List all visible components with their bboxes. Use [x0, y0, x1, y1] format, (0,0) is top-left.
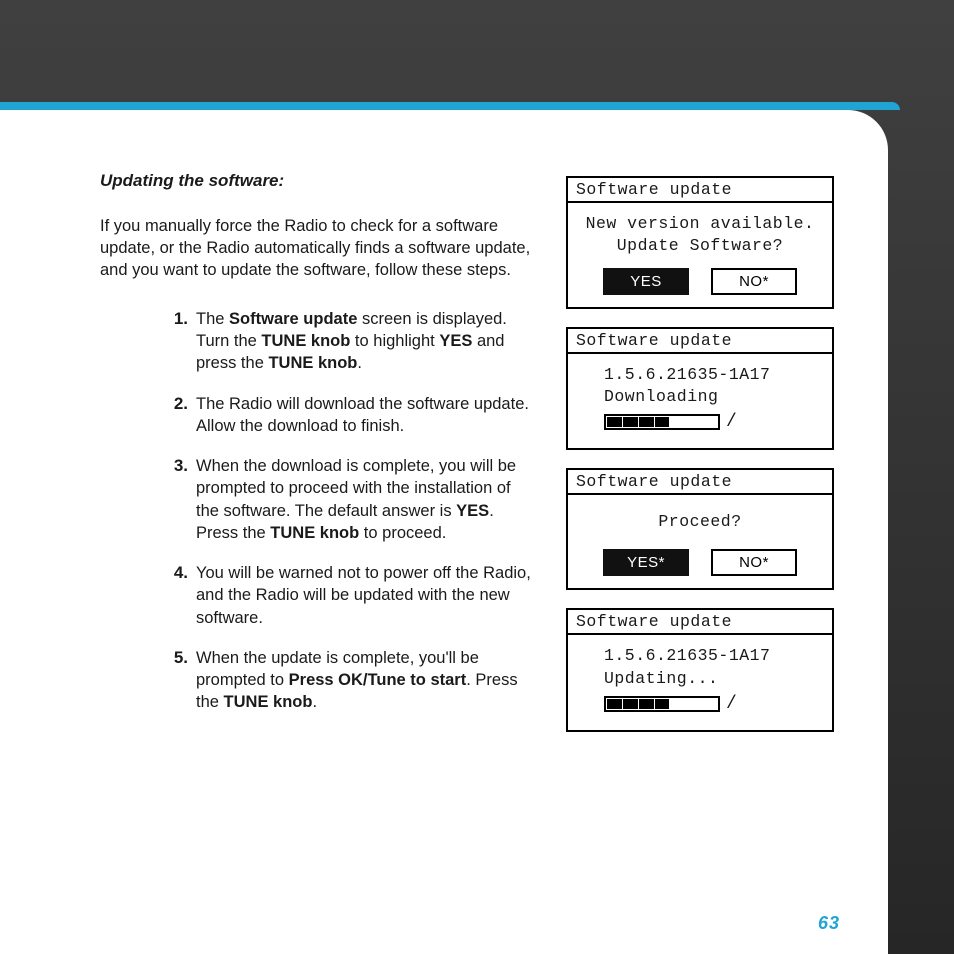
no-button: NO*: [711, 268, 797, 295]
screen-body: 1.5.6.21635-1A17 Updating... /: [568, 635, 832, 730]
version-line: 1.5.6.21635-1A17: [604, 645, 824, 667]
screen-buttons: YES* NO*: [568, 549, 832, 588]
screen-line: Update Software?: [576, 235, 824, 257]
manual-page: Updating the software: If you manually f…: [0, 110, 888, 954]
screen-title: Software update: [568, 610, 832, 635]
intro-paragraph: If you manually force the Radio to check…: [100, 215, 538, 282]
screen-line: New version available.: [576, 213, 824, 235]
step-text: You will be warned not to power off the …: [196, 562, 538, 629]
step-2: 2. The Radio will download the software …: [160, 393, 538, 438]
page-number: 63: [818, 913, 840, 934]
yes-button: YES*: [603, 549, 689, 576]
screen-title: Software update: [568, 470, 832, 495]
screen-body: 1.5.6.21635-1A17 Downloading /: [568, 354, 832, 449]
instructions-column: Updating the software: If you manually f…: [100, 170, 538, 732]
screen-updating: Software update 1.5.6.21635-1A17 Updatin…: [566, 608, 834, 732]
status-line: Updating...: [604, 668, 824, 690]
step-number: 1.: [160, 308, 196, 331]
screen-downloading: Software update 1.5.6.21635-1A17 Downloa…: [566, 327, 834, 451]
screen-line: Proceed?: [576, 511, 824, 533]
screen-body: New version available. Update Software?: [568, 203, 832, 268]
step-text: The Radio will download the software upd…: [196, 393, 538, 438]
spinner-icon: /: [724, 412, 737, 432]
progress-bar: [604, 696, 720, 712]
yes-button: YES: [603, 268, 689, 295]
step-1: 1. The Software update screen is display…: [160, 308, 538, 375]
step-3: 3. When the download is complete, you wi…: [160, 455, 538, 544]
screen-title: Software update: [568, 329, 832, 354]
step-number: 2.: [160, 393, 196, 416]
progress-row: /: [604, 412, 824, 432]
version-line: 1.5.6.21635-1A17: [604, 364, 824, 386]
accent-stripe: [0, 102, 900, 110]
screen-body: Proceed?: [568, 495, 832, 549]
step-text: When the download is complete, you will …: [196, 455, 538, 544]
step-4: 4. You will be warned not to power off t…: [160, 562, 538, 629]
progress-bar: [604, 414, 720, 430]
status-line: Downloading: [604, 386, 824, 408]
page-content: Updating the software: If you manually f…: [100, 170, 840, 732]
screen-proceed-prompt: Software update Proceed? YES* NO*: [566, 468, 834, 590]
section-heading: Updating the software:: [100, 170, 538, 193]
screen-buttons: YES NO*: [568, 268, 832, 307]
no-button: NO*: [711, 549, 797, 576]
screen-update-prompt: Software update New version available. U…: [566, 176, 834, 309]
step-5: 5. When the update is complete, you'll b…: [160, 647, 538, 714]
screens-column: Software update New version available. U…: [566, 176, 834, 732]
progress-row: /: [604, 694, 824, 714]
steps-list: 1. The Software update screen is display…: [160, 308, 538, 714]
step-number: 4.: [160, 562, 196, 585]
step-number: 3.: [160, 455, 196, 478]
step-text: When the update is complete, you'll be p…: [196, 647, 538, 714]
spinner-icon: /: [724, 694, 737, 714]
step-number: 5.: [160, 647, 196, 670]
step-text: The Software update screen is displayed.…: [196, 308, 538, 375]
screen-title: Software update: [568, 178, 832, 203]
